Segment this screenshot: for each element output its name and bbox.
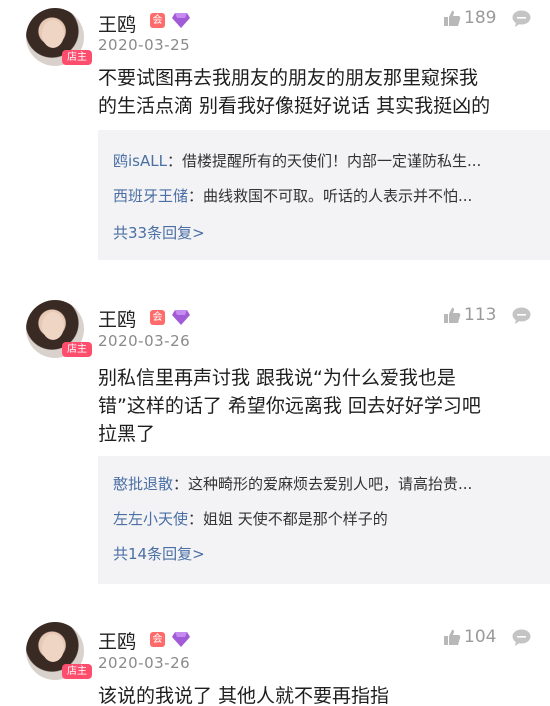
comment-icon[interactable] [512,10,531,27]
comment-line: 不要试图再去我朋友的朋友的朋友那里窥探我 [98,67,479,89]
shop-owner-badge: 店主 [62,664,92,679]
comment-post: 店主 王鸥 会 2020-03-26 113 别私信里再声讨我 跟我说“为什么爱… [0,296,550,596]
vip-icon: 会 [150,310,165,325]
reply-box: 鸥isALL：借楼提醒所有的天使们！内部一定谨防私生... 西班牙王储：曲线救国… [98,130,550,260]
reply-text: ：这种畸形的爱麻烦去爱别人吧，请高抬贵... [173,475,473,493]
post-date: 2020-03-25 [98,36,191,54]
comment-line: 的生活点滴 别看我好像挺好说话 其实我挺凶的 [98,95,491,117]
comment-line: 拉黑了 [98,423,156,445]
thumbs-up-icon [444,10,461,26]
reply-text: ：姐姐 天使不都是那个样子的 [188,510,388,528]
like-count: 189 [464,8,497,28]
watermark-blur [395,680,550,706]
vip-icon: 会 [150,632,165,647]
avatar[interactable]: 店主 [26,8,92,66]
diamond-icon [172,13,190,28]
reply-text: ：曲线救国不可取。听话的人表示并不怕... [188,187,473,205]
avatar[interactable]: 店主 [26,300,92,358]
reply-author[interactable]: 左左小天使 [113,510,188,528]
reply-text: ：借楼提醒所有的天使们！内部一定谨防私生... [166,152,482,170]
avatar-face [42,20,64,48]
comment-icon[interactable] [512,629,531,646]
shop-owner-badge: 店主 [62,50,92,65]
like-count: 104 [464,627,497,647]
shop-owner-badge: 店主 [62,342,92,357]
post-date: 2020-03-26 [98,332,191,350]
username[interactable]: 王鸥 [98,305,136,332]
username[interactable]: 王鸥 [98,627,136,654]
avatar[interactable]: 店主 [26,622,92,680]
comment-line: 别私信里再声讨我 跟我说“为什么爱我也是 [98,367,456,389]
vip-icon: 会 [150,13,165,28]
reply-box: 憨批退散：这种畸形的爱麻烦去爱别人吧，请高抬贵... 左左小天使：姐姐 天使不都… [98,456,550,584]
comment-text: 不要试图再去我朋友的朋友的朋友那里窥探我 的生活点滴 别看我好像挺好说话 其实我… [98,64,538,120]
reply-author[interactable]: 西班牙王储 [113,187,188,205]
like-count: 113 [464,305,497,325]
like-button[interactable]: 113 [443,305,496,325]
thumbs-up-icon [444,307,461,323]
comment-text: 别私信里再声讨我 跟我说“为什么爱我也是 错”这样的话了 希望你远离我 回去好好… [98,364,538,448]
comment-post: 店主 王鸥 会 2020-03-25 189 不要试图再去我朋友的朋友的朋友那里… [0,0,550,270]
more-replies-link[interactable]: 共33条回复> [113,222,205,243]
reply-item[interactable]: 左左小天使：姐姐 天使不都是那个样子的 [113,508,543,529]
like-button[interactable]: 189 [443,8,496,28]
more-replies-link[interactable]: 共14条回复> [113,543,205,564]
reply-item[interactable]: 憨批退散：这种畸形的爱麻烦去爱别人吧，请高抬贵... [113,473,543,494]
reply-author[interactable]: 鸥isALL [113,152,167,170]
username[interactable]: 王鸥 [98,10,136,37]
diamond-icon [172,632,190,647]
like-button[interactable]: 104 [443,627,496,647]
comment-line: 错”这样的话了 希望你远离我 回去好好学习吧 [98,395,481,417]
diamond-icon [172,310,190,325]
avatar-face [42,634,64,662]
avatar-face [42,312,64,340]
post-date: 2020-03-26 [98,654,191,672]
comment-icon[interactable] [512,307,531,324]
reply-author[interactable]: 憨批退散 [113,475,173,493]
reply-item[interactable]: 鸥isALL：借楼提醒所有的天使们！内部一定谨防私生... [113,150,543,171]
reply-item[interactable]: 西班牙王储：曲线救国不可取。听话的人表示并不怕... [113,185,543,206]
thumbs-up-icon [444,629,461,645]
